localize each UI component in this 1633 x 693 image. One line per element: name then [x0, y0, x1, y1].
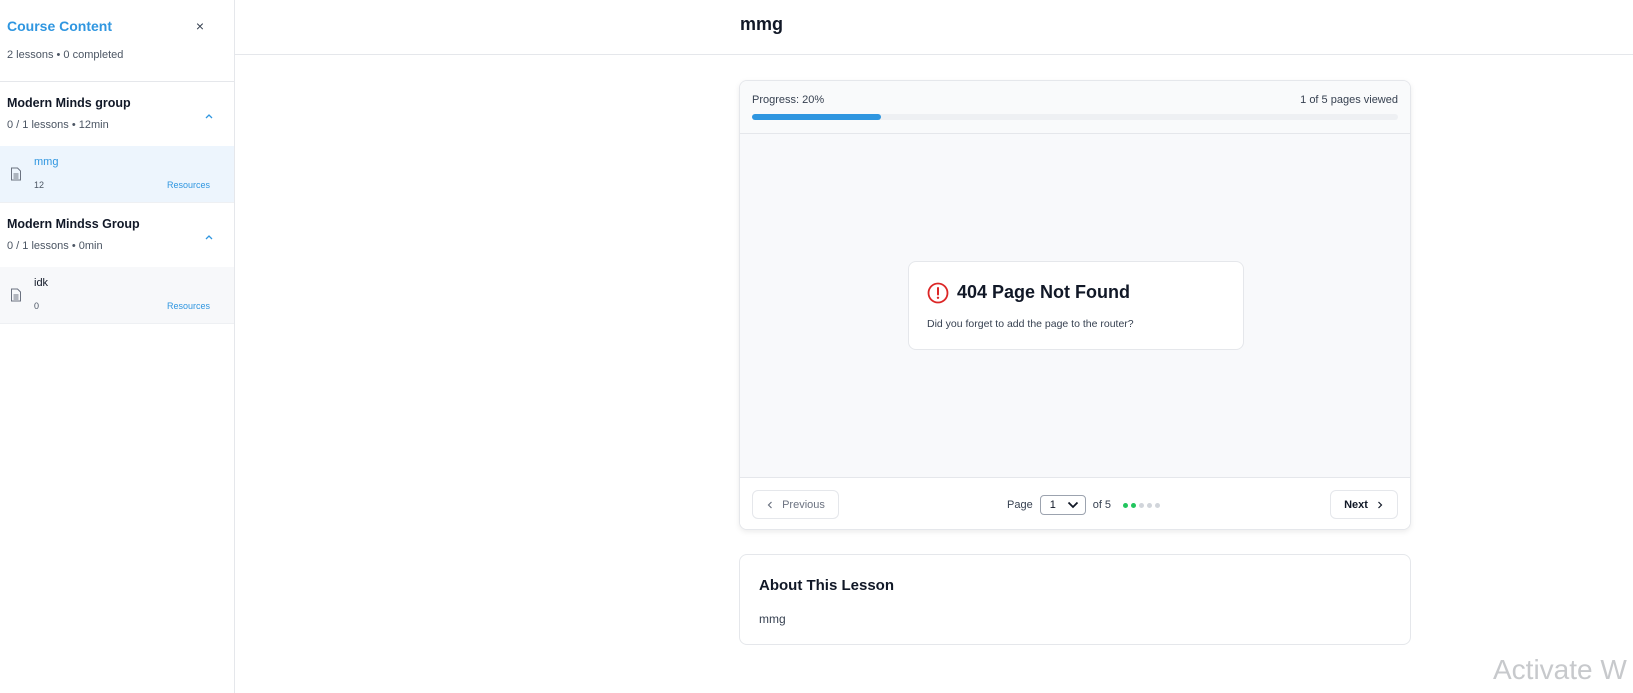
page-selector-group: Page 1 of 5: [1007, 494, 1161, 516]
progress-section: Progress: 20% 1 of 5 pages viewed: [740, 81, 1410, 134]
windows-activation-watermark: Activate W: [1493, 654, 1627, 685]
resources-link[interactable]: Resources: [167, 180, 210, 190]
group-meta: 0 / 1 lessons • 0min: [7, 240, 103, 252]
lesson-viewer: Progress: 20% 1 of 5 pages viewed 404 Pa…: [739, 80, 1411, 530]
chevron-right-icon: [1377, 501, 1383, 508]
lesson-item[interactable]: mmg 12 Resources: [0, 146, 234, 203]
close-icon: ×: [195, 18, 205, 34]
lesson-header: mmg: [235, 0, 1633, 55]
current-page-value: 1: [1049, 499, 1056, 511]
page-title: mmg: [740, 14, 784, 34]
chevron-up-icon[interactable]: [202, 109, 216, 123]
lesson-group-header[interactable]: Modern Mindss Group 0 / 1 lessons • 0min: [0, 203, 234, 267]
lesson-count: 12: [34, 180, 45, 190]
next-label: Next: [1344, 498, 1368, 511]
about-title: About This Lesson: [759, 577, 894, 594]
pages-viewed-label: 1 of 5 pages viewed: [1300, 94, 1398, 106]
previous-label: Previous: [782, 498, 825, 511]
progress-bar-fill: [752, 114, 882, 120]
page-dot[interactable]: [1139, 502, 1145, 508]
progress-label: Progress: 20%: [752, 94, 825, 106]
alert-circle-icon: [927, 282, 949, 304]
lesson-title: mmg: [34, 156, 59, 168]
chevron-left-icon: [767, 501, 773, 508]
page-dot[interactable]: [1155, 502, 1161, 508]
sidebar-summary: 2 lessons • 0 completed: [7, 49, 124, 61]
progress-bar: [752, 114, 1398, 120]
page-dot[interactable]: [1123, 502, 1129, 508]
not-found-message: Did you forget to add the page to the ro…: [927, 318, 1134, 330]
lesson-count: 0: [34, 301, 40, 311]
page-navigation: Previous Page 1 of 5 Next: [740, 477, 1410, 529]
group-title: Modern Minds group: [7, 96, 131, 110]
group-meta: 0 / 1 lessons • 12min: [7, 119, 109, 131]
lesson-title: idk: [34, 277, 49, 289]
chevron-up-icon[interactable]: [202, 230, 216, 244]
about-text: mmg: [759, 612, 786, 626]
page-dots: [1123, 502, 1161, 508]
next-button[interactable]: Next: [1330, 490, 1398, 519]
lesson-item[interactable]: idk 0 Resources: [0, 267, 234, 324]
page-dot[interactable]: [1147, 502, 1153, 508]
sidebar-header: Course Content × 2 lessons • 0 completed: [0, 0, 234, 82]
previous-button[interactable]: Previous: [752, 490, 839, 519]
course-sidebar: Course Content × 2 lessons • 0 completed…: [0, 0, 235, 693]
page-total-label: of 5: [1092, 499, 1112, 511]
page-label: Page: [1007, 499, 1033, 511]
group-title: Modern Mindss Group: [7, 217, 140, 231]
page-dot[interactable]: [1131, 502, 1137, 508]
lesson-group-header[interactable]: Modern Minds group 0 / 1 lessons • 12min: [0, 82, 234, 146]
resources-link[interactable]: Resources: [167, 301, 210, 311]
close-sidebar-button[interactable]: ×: [192, 18, 208, 34]
page-content-area: 404 Page Not Found Did you forget to add…: [740, 134, 1410, 477]
document-icon: [11, 167, 21, 181]
about-lesson-card: About This Lesson mmg: [739, 554, 1411, 645]
document-icon: [11, 288, 21, 302]
page-select[interactable]: 1: [1039, 495, 1086, 515]
not-found-title: 404 Page Not Found: [957, 282, 1131, 302]
not-found-card: 404 Page Not Found Did you forget to add…: [908, 261, 1244, 350]
chevron-down-icon: [1067, 501, 1078, 509]
